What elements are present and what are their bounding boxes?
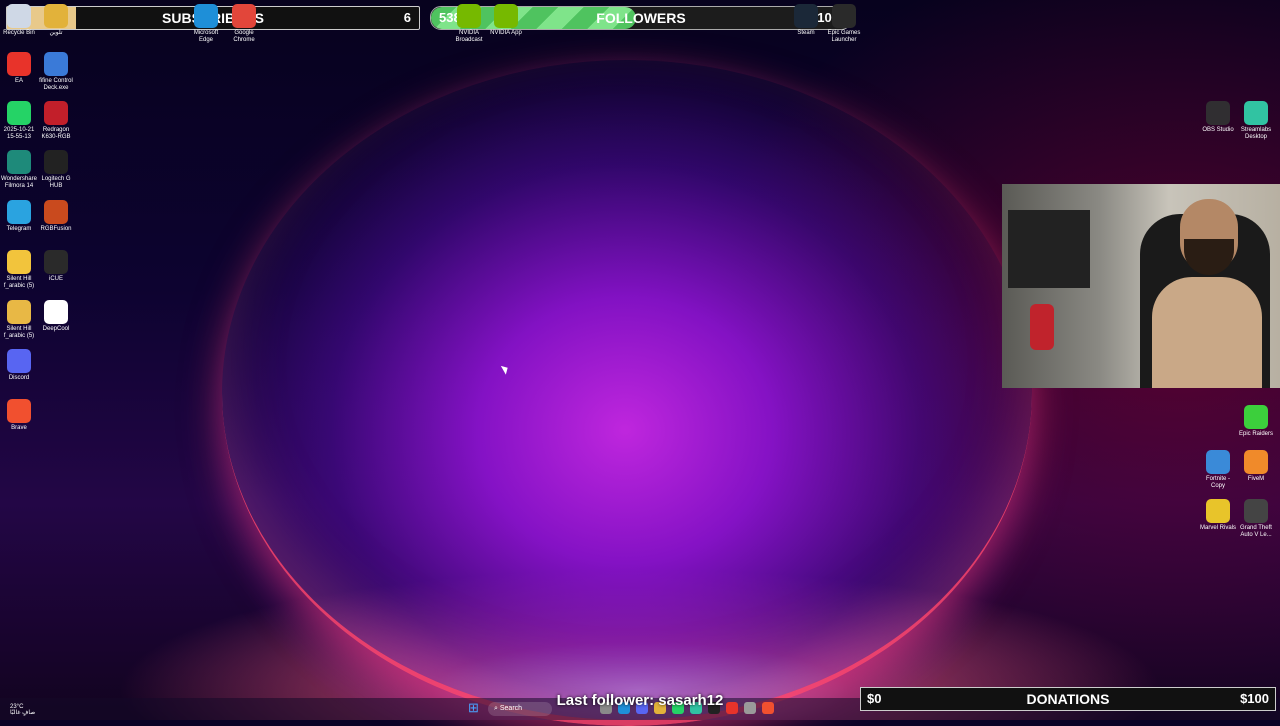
- desktop-icon-label: EA: [14, 78, 23, 84]
- gta-icon: [1244, 499, 1268, 523]
- desktop-icon-label: Redragon K630-RGB: [41, 127, 71, 140]
- obs-icon: [1206, 101, 1230, 125]
- fivem-icon: [1244, 450, 1268, 474]
- desktop-icon-label: Fortnite - Copy: [1205, 476, 1230, 489]
- redragon-icon: [44, 101, 68, 125]
- desktop-icon-7[interactable]: fifine Control Deck.exe: [37, 52, 75, 92]
- weather-desc: صافٍ غالبًا: [10, 710, 36, 716]
- desktop-icon-label: NVIDIA Broadcast: [455, 30, 483, 43]
- nvidia-app-icon: [494, 4, 518, 28]
- desktop-icon-106[interactable]: FiveM: [1237, 450, 1275, 483]
- streamlabs-icon: [1244, 101, 1268, 125]
- desktop-icon-4[interactable]: NVIDIA Broadcast: [450, 4, 488, 44]
- desktop-icon-label: NVIDIA App: [490, 30, 522, 36]
- desktop-icon-label: Steam: [797, 30, 815, 36]
- raiders-icon: [1244, 405, 1268, 429]
- webcam-tv: [1008, 210, 1090, 288]
- desktop-icon-103[interactable]: Streamlabs Desktop: [1237, 101, 1275, 141]
- desktop-icon-label: Google Chrome: [233, 30, 255, 43]
- desktop-icon-18[interactable]: Discord: [0, 349, 38, 382]
- desktop-icon-label: Recycle Bin: [3, 30, 35, 36]
- webcam-overlay: [1002, 184, 1280, 388]
- desktop-icon-label: Discord: [8, 375, 30, 381]
- desktop-icon-label: Epic Raiders: [1238, 431, 1273, 437]
- desktop-icon-label: iCUE: [48, 276, 63, 282]
- rgbfusion-icon: [44, 200, 68, 224]
- whatsapp-icon: [7, 101, 31, 125]
- steam-icon: [794, 4, 818, 28]
- desktop-icon-11[interactable]: Logitech G HUB: [37, 150, 75, 190]
- chrome-icon: [232, 4, 256, 28]
- desktop-icon-12[interactable]: Telegram: [0, 200, 38, 233]
- desktop-icon-104[interactable]: Epic Raiders: [1237, 405, 1275, 438]
- epic-icon: [832, 4, 856, 28]
- desktop-icon-label: FiveM: [1247, 476, 1265, 482]
- edge-icon: [194, 4, 218, 28]
- deepcool-icon: [44, 300, 68, 324]
- icue-icon: [44, 250, 68, 274]
- discord-icon: [7, 349, 31, 373]
- desktop-icon-label: DeepCool: [42, 326, 70, 332]
- desktop-icon-0[interactable]: Recycle Bin: [0, 4, 38, 37]
- desktop-icon-3[interactable]: Google Chrome: [225, 4, 263, 44]
- desktop-icon-label: Epic Games Launcher: [827, 30, 861, 43]
- desktop-icon-label: Marvel Rivals: [1199, 525, 1236, 531]
- marvel-rivals-icon: [1206, 499, 1230, 523]
- desktop-icon-14[interactable]: Silent Hill f_arabic (5): [0, 250, 38, 290]
- webcam-microphone: [1030, 304, 1054, 350]
- donations-title: DONATIONS: [1026, 691, 1110, 707]
- desktop-icon-label: Grand Theft Auto V Le...: [1240, 525, 1272, 538]
- desktop-icon-2[interactable]: Microsoft Edge: [187, 4, 225, 44]
- folder-icon: [44, 4, 68, 28]
- brave-icon: [7, 399, 31, 423]
- desktop-icon-9[interactable]: Redragon K630-RGB: [37, 101, 75, 141]
- filmora-icon: [7, 150, 31, 174]
- ea-icon: [7, 52, 31, 76]
- desktop-icon-10[interactable]: Wondershare Filmora 14: [0, 150, 38, 190]
- desktop-icon-label: RGBFusion: [40, 226, 72, 232]
- recycle-bin-icon: [7, 4, 31, 28]
- folder-open-icon: [7, 300, 31, 324]
- desktop-icon-13[interactable]: RGBFusion: [37, 200, 75, 233]
- desktop-icon-15[interactable]: iCUE: [37, 250, 75, 283]
- desktop-icon-label: Streamlabs Desktop: [1240, 127, 1272, 140]
- subscribers-goal: 6: [403, 10, 411, 25]
- desktop-icon-label: OBS Studio: [1202, 127, 1234, 133]
- desktop-icon-5[interactable]: NVIDIA App: [487, 4, 525, 37]
- desktop-icon-label: Microsoft Edge: [193, 30, 219, 43]
- fortnite-icon: [1206, 450, 1230, 474]
- desktop-icon-101[interactable]: Epic Games Launcher: [825, 4, 863, 44]
- desktop-icon-label: تلوين: [49, 30, 63, 36]
- desktop-icon-107[interactable]: Marvel Rivals: [1199, 499, 1237, 532]
- desktop-icon-17[interactable]: DeepCool: [37, 300, 75, 333]
- desktop-icon-label: 2025-10-21 15-55-13: [3, 127, 35, 140]
- desktop-icon-label: Silent Hill f_arabic (5): [3, 276, 35, 289]
- desktop-icon-8[interactable]: 2025-10-21 15-55-13: [0, 101, 38, 141]
- desktop-icon-label: Brave: [11, 425, 27, 431]
- wallpaper-orb: [222, 60, 1032, 726]
- desktop-icon-102[interactable]: OBS Studio: [1199, 101, 1237, 134]
- desktop-icon-6[interactable]: EA: [0, 52, 38, 85]
- desktop-icon-label: Wondershare Filmora 14: [1, 176, 37, 189]
- telegram-icon: [7, 200, 31, 224]
- webcam-streamer: [1152, 199, 1262, 388]
- desktop-icon-105[interactable]: Fortnite - Copy: [1199, 450, 1237, 490]
- desktop-icon-16[interactable]: Silent Hill f_arabic (5): [0, 300, 38, 340]
- desktop-icon-100[interactable]: Steam: [787, 4, 825, 37]
- folder-icon: [7, 250, 31, 274]
- desktop-icon-1[interactable]: تلوين: [37, 4, 75, 37]
- donations-goal: $100: [1240, 691, 1269, 706]
- desktop-icon-label: Logitech G HUB: [41, 176, 71, 189]
- desktop-icon-108[interactable]: Grand Theft Auto V Le...: [1237, 499, 1275, 539]
- desktop-icon-19[interactable]: Brave: [0, 399, 38, 432]
- nvidia-icon: [457, 4, 481, 28]
- desktop-icon-label: Silent Hill f_arabic (5): [3, 326, 35, 339]
- logitech-icon: [44, 150, 68, 174]
- desktop-icon-label: Telegram: [6, 226, 32, 232]
- donations-goal-bar: $0 DONATIONS $100: [860, 687, 1276, 711]
- control-deck-icon: [44, 52, 68, 76]
- desktop-icon-label: fifine Control Deck.exe: [39, 78, 73, 91]
